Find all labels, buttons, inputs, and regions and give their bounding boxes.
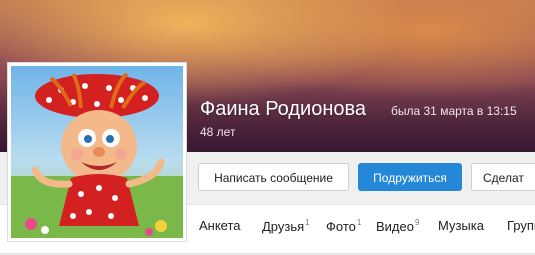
- nav-item-music[interactable]: Музыка: [438, 218, 484, 233]
- nav-item-groups[interactable]: Групп: [507, 218, 535, 233]
- avatar-image: [11, 66, 183, 238]
- nav-item-label: Видео: [376, 219, 414, 234]
- profile-age: 48 лет: [200, 125, 236, 139]
- nav-item-videos[interactable]: Видео9: [376, 218, 419, 234]
- nav-item-profile[interactable]: Анкета: [199, 218, 241, 233]
- nav-item-count: 9: [414, 218, 420, 227]
- nav-item-friends[interactable]: Друзья1: [262, 218, 310, 234]
- last-seen-status: была 31 марта в 13:15: [391, 104, 517, 118]
- nav-item-label: Друзья: [262, 219, 305, 234]
- avatar[interactable]: [7, 62, 187, 242]
- nav-item-label: Фото: [326, 219, 356, 234]
- nav-item-label: Анкета: [199, 218, 241, 233]
- nav-item-count: 1: [305, 218, 310, 227]
- send-message-button[interactable]: Написать сообщение: [198, 163, 349, 191]
- nav-item-photos[interactable]: Фото1: [326, 218, 361, 234]
- nav-item-label: Групп: [507, 218, 535, 233]
- profile-name: Фаина Родионова: [200, 98, 367, 120]
- add-friend-button[interactable]: Подружиться: [358, 163, 462, 191]
- more-actions-button[interactable]: Сделат: [471, 163, 535, 191]
- nav-item-label: Музыка: [438, 218, 484, 233]
- nav-item-count: 1: [356, 218, 362, 227]
